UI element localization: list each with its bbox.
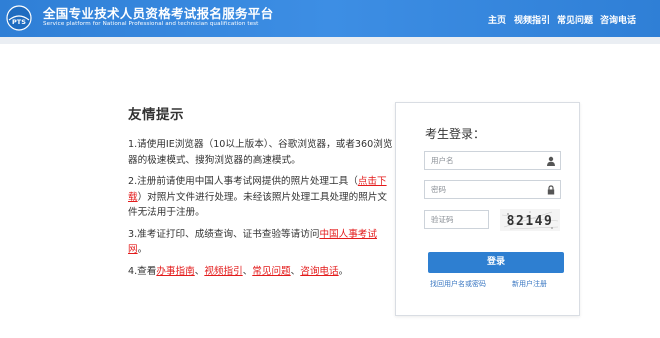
password-input[interactable]: [425, 181, 541, 198]
tip-3: 3.准考证打印、成绩查询、证书查验等请访问中国人事考试网。: [128, 227, 393, 258]
user-icon: [547, 156, 555, 166]
tip-4-sep: 、: [290, 265, 301, 277]
guide-link[interactable]: 办事指南: [156, 266, 194, 277]
pts-logo-icon: PTS: [6, 5, 32, 31]
tip-2-post: ）对照片文件进行处理。未经该照片处理工具处理的照片文件无法用于注册。: [128, 191, 388, 219]
lock-icon: [547, 185, 555, 195]
captcha-image[interactable]: 82149: [500, 209, 560, 231]
register-link[interactable]: 新用户注册: [512, 279, 547, 289]
login-button[interactable]: 登录: [428, 252, 564, 273]
tip-4-sep: 、: [242, 265, 253, 277]
tip-4-sep: 、: [194, 265, 205, 277]
faq-link[interactable]: 常见问题: [252, 266, 290, 277]
header-shadow-band: [0, 37, 660, 44]
captcha-input[interactable]: [425, 211, 486, 228]
captcha-text: 82149: [507, 214, 554, 229]
nav-home[interactable]: 主页: [488, 13, 506, 26]
nav-video-guide[interactable]: 视频指引: [514, 13, 550, 26]
tip-4-pre: 4.查看: [128, 265, 157, 277]
username-field[interactable]: [424, 151, 561, 170]
logo-text: PTS: [12, 18, 26, 26]
nav-faq[interactable]: 常见问题: [557, 13, 593, 26]
tip-2: 2.注册前请使用中国人事考试网提供的照片处理工具（点击下载）对照片文件进行处理。…: [128, 174, 393, 221]
tip-1-text: 1.请使用IE浏览器（10以上版本）、谷歌浏览器，或者360浏览器的极速模式、搜…: [128, 139, 393, 166]
tip-3-pre: 3.准考证打印、成绩查询、证书查验等请访问: [128, 228, 320, 240]
notice-title: 友情提示: [128, 107, 184, 123]
site-title: 全国专业技术人员资格考试报名服务平台: [43, 6, 274, 21]
video-guide-link[interactable]: 视频指引: [204, 266, 242, 277]
forgot-password-link[interactable]: 找回用户名或密码: [430, 279, 486, 289]
hotline-link[interactable]: 咨询电话: [300, 266, 338, 277]
top-header: PTS 全国专业技术人员资格考试报名服务平台 Service platform …: [0, 0, 660, 37]
nav-hotline[interactable]: 咨询电话: [600, 13, 636, 26]
tip-2-pre: 2.注册前请使用中国人事考试网提供的照片处理工具（: [128, 176, 358, 187]
login-title: 考生登录：: [425, 127, 486, 141]
captcha-field[interactable]: [424, 210, 489, 229]
notice-panel: 友情提示 1.请使用IE浏览器（10以上版本）、谷歌浏览器，或者360浏览器的极…: [128, 103, 393, 285]
password-field[interactable]: [424, 180, 561, 199]
tip-4: 4.查看办事指南、视频指引、常见问题、咨询电话。: [128, 264, 393, 280]
tip-4-post: 。: [338, 265, 349, 277]
tip-3-post: 。: [137, 244, 148, 255]
username-input[interactable]: [425, 152, 541, 169]
site-subtitle: Service platform for National Profession…: [43, 21, 259, 27]
tip-1: 1.请使用IE浏览器（10以上版本）、谷歌浏览器，或者360浏览器的极速模式、搜…: [128, 137, 393, 168]
login-panel: 考生登录： 82149 登录 找回用户名或密码 新用户注册: [395, 102, 580, 316]
